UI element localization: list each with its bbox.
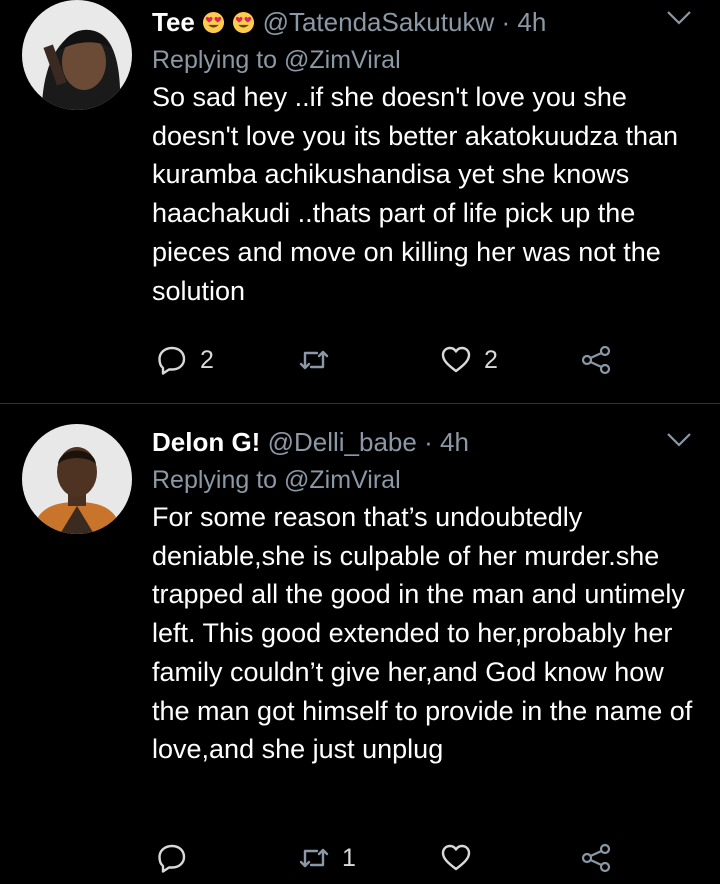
tweet-actions: 1: [0, 838, 720, 878]
separator-dot: ·: [424, 427, 433, 457]
share-button[interactable]: [580, 340, 612, 380]
replying-mention[interactable]: @ZimViral: [284, 46, 401, 74]
retweet-button[interactable]: [298, 340, 342, 380]
tweet-text: So sad hey ..if she doesn't love you she…: [152, 82, 678, 306]
tweet-actions: 2 2: [0, 340, 720, 380]
tweet[interactable]: Tee @TatendaSakutukw · 4h Replying to @Z…: [0, 0, 720, 403]
like-count: 2: [484, 345, 498, 374]
reply-count: 2: [200, 345, 214, 374]
replying-prefix: Replying to: [152, 46, 278, 74]
timestamp[interactable]: 4h: [517, 7, 546, 37]
display-name[interactable]: Tee: [152, 7, 195, 37]
heart-eyes-emoji-icon: [233, 11, 255, 34]
chevron-down-icon[interactable]: [666, 432, 692, 448]
retweet-button[interactable]: 1: [298, 838, 356, 878]
retweet-icon: [299, 350, 329, 370]
user-handle[interactable]: @Delli_babe: [268, 427, 417, 457]
chevron-down-icon[interactable]: [666, 10, 692, 26]
like-icon: [441, 346, 471, 373]
replying-to: Replying to @ZimViral: [152, 462, 707, 498]
tweet-header: Delon G! @Delli_babe · 4h: [152, 422, 707, 462]
tweet-header: Tee @TatendaSakutukw · 4h: [152, 2, 707, 42]
retweet-count: 1: [342, 843, 356, 872]
reply-button[interactable]: 2: [156, 340, 214, 380]
avatar[interactable]: [22, 424, 132, 534]
separator-dot: ·: [501, 7, 511, 37]
retweet-icon: [299, 848, 329, 868]
reply-button[interactable]: [156, 838, 200, 878]
like-button[interactable]: [440, 838, 484, 878]
like-icon: [441, 844, 471, 871]
reply-icon: [158, 346, 186, 375]
reply-icon: [158, 844, 186, 873]
avatar[interactable]: [22, 0, 132, 110]
tweet[interactable]: Delon G! @Delli_babe · 4h Replying to @Z…: [0, 403, 720, 884]
display-name[interactable]: Delon G!: [152, 427, 260, 457]
share-button[interactable]: [580, 838, 612, 878]
tweet-text: For some reason that’s undoubtedly denia…: [152, 502, 693, 765]
like-button[interactable]: 2: [440, 340, 498, 380]
heart-eyes-emoji-icon: [203, 11, 225, 34]
user-handle[interactable]: @TatendaSakutukw: [263, 7, 495, 37]
share-icon: [581, 345, 611, 375]
share-icon: [581, 843, 611, 873]
replying-to: Replying to @ZimViral: [152, 42, 707, 78]
replying-mention[interactable]: @ZimViral: [284, 466, 401, 494]
replying-prefix: Replying to: [152, 466, 278, 494]
timestamp[interactable]: 4h: [440, 427, 469, 457]
